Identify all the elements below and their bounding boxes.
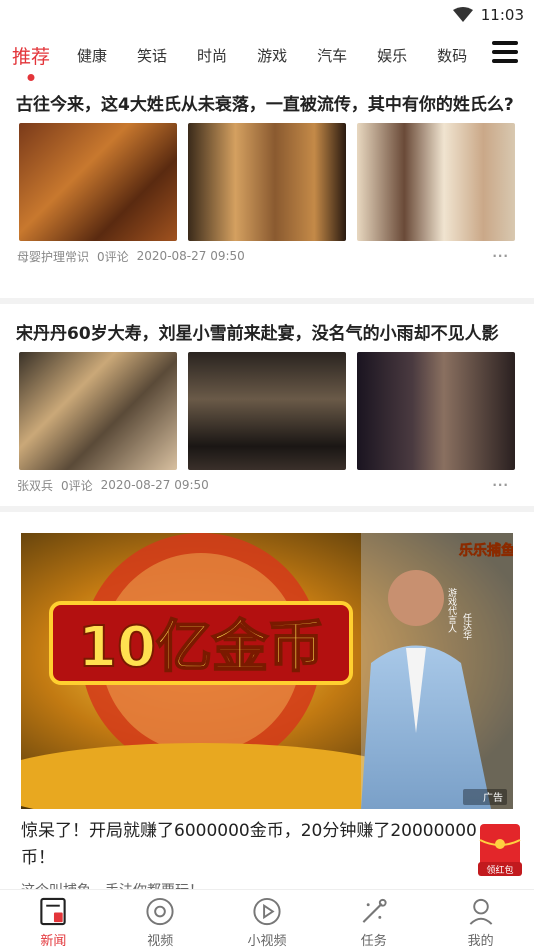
more-options-icon[interactable]: ··· [492, 249, 509, 263]
article-image[interactable] [188, 352, 346, 470]
article-image[interactable] [357, 352, 515, 470]
ad-badge: 广告 [483, 791, 503, 804]
tab-games[interactable]: 游戏 [242, 45, 302, 66]
nav-short-video-label: 小视频 [247, 934, 287, 949]
article-source: 张双兵 [17, 478, 54, 493]
tab-entertainment[interactable]: 娱乐 [362, 45, 422, 66]
nav-task-label: 任务 [360, 934, 387, 949]
wifi-icon [452, 7, 473, 22]
nav-news-label: 新闻 [40, 934, 67, 949]
bottom-nav: 新闻 视频 小视频 任务 我的 [0, 889, 534, 949]
more-options-icon[interactable]: ··· [492, 478, 509, 492]
nav-short-video[interactable]: 小视频 [214, 890, 321, 949]
tab-jokes[interactable]: 笑话 [122, 45, 182, 66]
ad-game-logo: 乐乐捕鱼 [459, 542, 513, 559]
ad-spokesperson-name: 任达华 [461, 612, 472, 641]
red-packet-button[interactable]: 领红包 [476, 818, 524, 878]
article-title[interactable]: 宋丹丹60岁大寿，刘星小雪前来赴宴，没名气的小雨却不见人影 [0, 323, 534, 346]
status-time: 11:03 [480, 6, 524, 24]
news-icon [40, 897, 67, 926]
article-time: 2020-08-27 09:50 [136, 249, 245, 263]
tab-fashion[interactable]: 时尚 [182, 45, 242, 66]
tab-recommend[interactable]: 推荐 [0, 42, 62, 69]
ad-banner-text: 10亿金币 [78, 615, 324, 680]
tab-cars[interactable]: 汽车 [302, 45, 362, 66]
category-tabs: 推荐 健康 笑话 时尚 游戏 汽车 娱乐 数码 [0, 30, 534, 80]
nav-video-label: 视频 [147, 934, 174, 949]
article-meta: 母婴护理常识 0评论 2020-08-27 09:50 ··· [0, 249, 534, 264]
menu-icon[interactable] [492, 41, 518, 63]
article-source: 母婴护理常识 [17, 249, 90, 264]
divider [0, 506, 534, 512]
article-time: 2020-08-27 09:50 [100, 478, 209, 492]
profile-icon [469, 898, 492, 925]
tab-health[interactable]: 健康 [62, 45, 122, 66]
article-image[interactable] [19, 352, 177, 470]
article-meta: 张双兵 0评论 2020-08-27 09:50 ··· [0, 478, 534, 493]
ad-spokesperson-label: 游戏代言人 [446, 587, 457, 633]
nav-profile-label: 我的 [467, 934, 494, 949]
divider [0, 298, 534, 304]
article-card[interactable]: 宋丹丹60岁大寿，刘星小雪前来赴宴，没名气的小雨却不见人影 张双兵 0评论 20… [0, 323, 534, 493]
video-icon [146, 897, 174, 926]
ad-banner-image[interactable]: 10亿金币 乐乐捕鱼 游戏代言人 任达华 广告 [21, 533, 513, 809]
article-image[interactable] [19, 123, 177, 241]
task-icon [362, 898, 387, 923]
status-bar: 11:03 [0, 0, 534, 30]
article-comments: 0评论 [61, 478, 93, 493]
nav-news[interactable]: 新闻 [0, 890, 107, 949]
tab-digital[interactable]: 数码 [437, 45, 467, 66]
article-image[interactable] [357, 123, 515, 241]
article-title[interactable]: 古往今来，这4大姓氏从未衰落，一直被流传，其中有你的姓氏么? [0, 94, 534, 117]
article-card[interactable]: 古往今来，这4大姓氏从未衰落，一直被流传，其中有你的姓氏么? 母婴护理常识 0评… [0, 94, 534, 264]
nav-video[interactable]: 视频 [107, 890, 214, 949]
article-comments: 0评论 [97, 249, 129, 264]
article-image[interactable] [188, 123, 346, 241]
ad-title[interactable]: 惊呆了！开局就赚了6000000金币，20分钟赚了20000000币！ [21, 818, 491, 872]
short-video-icon [253, 897, 281, 926]
nav-profile[interactable]: 我的 [427, 890, 534, 949]
red-packet-label: 领红包 [486, 864, 513, 876]
nav-task[interactable]: 任务 [320, 890, 427, 949]
